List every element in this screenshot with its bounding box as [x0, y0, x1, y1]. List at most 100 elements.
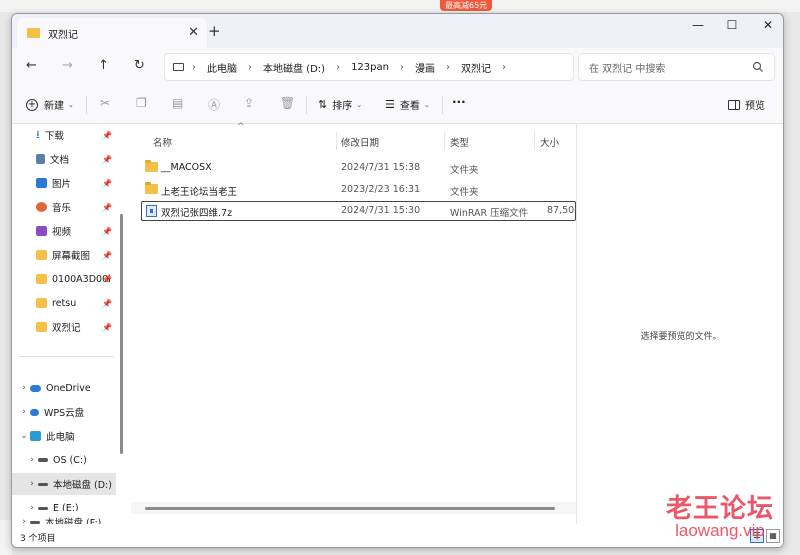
minimize-button[interactable]: —: [686, 18, 710, 32]
sort-button[interactable]: ⇅ 排序 ⌄: [318, 97, 362, 112]
sidebar-item-music[interactable]: 音乐 📌: [12, 196, 116, 218]
chevron-down-icon: ⌄: [68, 100, 74, 109]
delete-icon[interactable]: 🗑: [280, 96, 295, 110]
table-row[interactable]: __MACOSX 2024/7/31 15:38 文件夹: [141, 158, 576, 178]
new-tab-button[interactable]: +: [208, 22, 221, 40]
sidebar-item-drive-c[interactable]: › OS (C:): [12, 449, 116, 471]
address-bar: ← → ↑ ↻ › 此电脑 › 本地磁盘 (D:) › 123pan › 漫画 …: [12, 48, 783, 86]
back-button[interactable]: ←: [26, 58, 37, 73]
chevron-down-icon[interactable]: ⌄: [18, 431, 30, 441]
view-button[interactable]: ☰ 查看 ⌄: [385, 97, 430, 112]
rename-icon[interactable]: Ⓐ: [208, 96, 220, 113]
sidebar-divider: [18, 356, 114, 357]
cloud-icon: [30, 408, 39, 416]
sidebar-item-label: 视频: [52, 227, 72, 238]
horizontal-scrollbar[interactable]: [145, 507, 555, 510]
sidebar-item-screenshots[interactable]: 屏幕截图 📌: [12, 244, 116, 266]
view-list-icon: ☰: [385, 98, 395, 111]
music-icon: [36, 202, 47, 212]
close-tab-icon[interactable]: ✕: [188, 25, 199, 40]
sidebar-item-label: 文档: [50, 155, 70, 166]
table-row[interactable]: 上老王论坛当老王 2023/2/23 16:31 文件夹: [141, 180, 576, 200]
computer-icon: [30, 431, 41, 441]
preview-message: 选择要预览的文件。: [640, 332, 722, 342]
breadcrumb-separator: ›: [248, 61, 252, 73]
search-placeholder: 在 双烈记 中搜索: [589, 63, 666, 75]
paste-icon[interactable]: ▤: [172, 96, 183, 110]
file-name: 上老王论坛当老王: [161, 187, 238, 198]
sidebar-item-drive-d[interactable]: › 本地磁盘 (D:): [12, 473, 116, 495]
column-header-name[interactable]: 名称: [153, 135, 172, 149]
sidebar-item-wps[interactable]: › WPS云盘: [12, 401, 116, 423]
tab-current[interactable]: 双烈记 ✕: [17, 18, 207, 48]
cut-icon[interactable]: ✂: [100, 96, 110, 110]
sidebar-item-onedrive[interactable]: › OneDrive: [12, 377, 116, 399]
file-explorer-window: 双烈记 ✕ + — ☐ ✕ ← → ↑ ↻ › 此电脑 › 本地磁盘 (D:) …: [11, 13, 784, 548]
sidebar-item-label: 双烈记: [52, 323, 81, 334]
chevron-right-icon[interactable]: ›: [18, 407, 30, 417]
breadcrumb[interactable]: › 此电脑 › 本地磁盘 (D:) › 123pan › 漫画 › 双烈记 ›: [164, 53, 574, 81]
sidebar-item-folder[interactable]: 0100A3D00i 📌: [12, 268, 116, 290]
column-header-size[interactable]: 大小: [540, 135, 559, 149]
chevron-right-icon[interactable]: ›: [26, 479, 38, 489]
file-type: WinRAR 压缩文件: [450, 208, 529, 219]
share-icon[interactable]: ⇪: [244, 96, 254, 110]
search-input[interactable]: 在 双烈记 中搜索: [578, 53, 775, 81]
column-header-type[interactable]: 类型: [450, 135, 469, 149]
breadcrumb-item[interactable]: 123pan: [351, 62, 389, 73]
new-label: 新建: [44, 101, 64, 112]
file-name: 双烈记张四维.7z: [161, 208, 233, 219]
preview-pane-button[interactable]: 预览: [728, 97, 765, 112]
copy-icon[interactable]: ❐: [136, 96, 147, 110]
sort-caret-icon: ^: [237, 122, 245, 132]
new-button[interactable]: + 新建 ⌄: [26, 97, 74, 112]
sidebar-item-pictures[interactable]: 图片 📌: [12, 172, 116, 194]
breadcrumb-item[interactable]: 漫画: [415, 60, 435, 75]
preview-label: 预览: [745, 101, 765, 112]
breadcrumb-item[interactable]: 本地磁盘 (D:): [263, 60, 325, 75]
more-options-button[interactable]: ···: [452, 95, 466, 109]
chevron-right-icon[interactable]: ›: [26, 455, 38, 465]
column-divider[interactable]: [534, 132, 535, 150]
maximize-button[interactable]: ☐: [720, 18, 744, 32]
file-modified: 2024/7/31 15:38: [341, 162, 421, 173]
folder-icon: [27, 28, 40, 38]
sidebar-item-downloads[interactable]: ⭳ 下载 📌: [12, 124, 116, 146]
sidebar-item-label: 图片: [52, 179, 72, 190]
sidebar-item-label: WPS云盘: [44, 408, 85, 419]
promo-badge: 最高减65元: [440, 0, 493, 11]
file-modified: 2024/7/31 15:30: [341, 205, 421, 216]
pin-icon: 📌: [102, 154, 112, 164]
sidebar-item-videos[interactable]: 视频 📌: [12, 220, 116, 242]
chevron-down-icon: ⌄: [356, 100, 363, 109]
forward-button[interactable]: →: [62, 58, 73, 73]
breadcrumb-separator: ›: [336, 61, 341, 73]
close-window-button[interactable]: ✕: [756, 18, 780, 32]
chevron-right-icon[interactable]: ›: [18, 383, 30, 393]
breadcrumb-item[interactable]: 双烈记: [461, 60, 491, 75]
sidebar-item-label: 音乐: [52, 203, 72, 214]
drive-icon: [38, 482, 48, 486]
sidebar-item-label: 此电脑: [46, 432, 75, 443]
refresh-button[interactable]: ↻: [134, 58, 145, 73]
table-row[interactable]: 双烈记张四维.7z 2024/7/31 15:30 WinRAR 压缩文件 87…: [141, 201, 580, 221]
column-divider[interactable]: [444, 132, 445, 150]
pin-icon: 📌: [102, 322, 112, 332]
up-button[interactable]: ↑: [98, 58, 109, 73]
sidebar-item-shuangliej[interactable]: 双烈记 📌: [12, 316, 116, 338]
sidebar-item-this-pc[interactable]: ⌄ 此电脑: [12, 425, 116, 447]
preview-pane: 选择要预览的文件。: [576, 124, 783, 524]
breadcrumb-item[interactable]: 此电脑: [207, 60, 237, 75]
sidebar-item-documents[interactable]: 文档 📌: [12, 148, 116, 170]
sidebar-scrollbar[interactable]: [120, 214, 123, 454]
file-modified: 2023/2/23 16:31: [341, 184, 421, 195]
command-bar: + 新建 ⌄ ✂ ❐ ▤ Ⓐ ⇪ 🗑 ⇅ 排序 ⌄ ☰ 查看 ⌄ ··· 预览: [12, 86, 783, 124]
breadcrumb-separator: ›: [445, 61, 450, 73]
column-divider[interactable]: [336, 132, 337, 150]
breadcrumb-separator: ›: [192, 61, 196, 73]
drive-icon: [38, 506, 48, 510]
drive-icon: [38, 458, 48, 462]
sidebar-item-retsu[interactable]: retsu 📌: [12, 292, 116, 314]
pin-icon: 📌: [102, 202, 112, 212]
column-header-modified[interactable]: 修改日期: [341, 135, 379, 149]
